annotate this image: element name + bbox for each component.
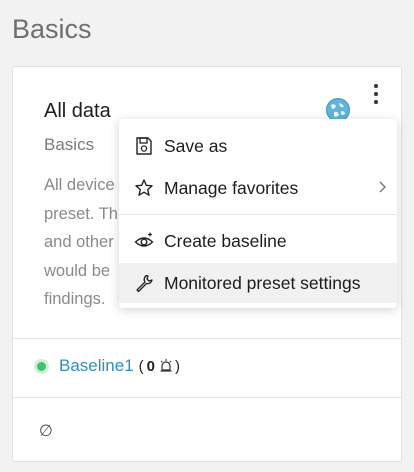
menu-item-create-baseline[interactable]: Create baseline — [119, 221, 397, 261]
count-paren-open: ( — [138, 357, 144, 375]
wrench-icon — [136, 274, 153, 293]
alarm-icon — [160, 359, 172, 372]
divider — [13, 338, 401, 339]
eye-plus-icon — [134, 232, 154, 247]
baseline-alert-count: ( 0 ) — [139, 358, 180, 375]
description-line: findings. — [44, 290, 106, 308]
baseline-row: Baseline1 ( 0 ) — [37, 356, 180, 376]
star-icon — [135, 179, 153, 196]
card-title: All data — [44, 100, 111, 122]
description-line: preset. Th — [44, 204, 118, 223]
menu-item-label: Monitored preset settings — [164, 272, 361, 293]
context-menu: Save as Manage favorites Create baseline… — [119, 119, 397, 308]
page-heading: Basics — [12, 14, 92, 44]
description-line: would be — [44, 261, 111, 280]
chevron-right-icon — [379, 181, 386, 193]
menu-item-manage-favorites[interactable]: Manage favorites — [119, 168, 397, 208]
menu-separator — [119, 214, 397, 215]
menu-item-label: Save as — [164, 135, 228, 156]
kebab-menu-icon[interactable] — [365, 81, 387, 107]
description-line: and other — [44, 233, 114, 251]
divider — [13, 397, 401, 398]
save-as-icon — [136, 137, 152, 155]
description-line: All device — [44, 176, 115, 194]
status-dot-icon — [37, 361, 46, 371]
empty-value: ∅ — [39, 423, 53, 440]
baseline-link[interactable]: Baseline1 — [59, 356, 134, 376]
count-paren-close: ) — [175, 357, 181, 375]
card-subtitle: Basics — [44, 135, 95, 154]
menu-item-monitored-preset-settings[interactable]: Monitored preset settings — [119, 263, 397, 303]
menu-item-label: Manage favorites — [164, 177, 299, 198]
menu-item-label: Create baseline — [164, 230, 287, 251]
menu-item-save-as[interactable]: Save as — [119, 126, 397, 166]
count-value: 0 — [146, 357, 156, 375]
